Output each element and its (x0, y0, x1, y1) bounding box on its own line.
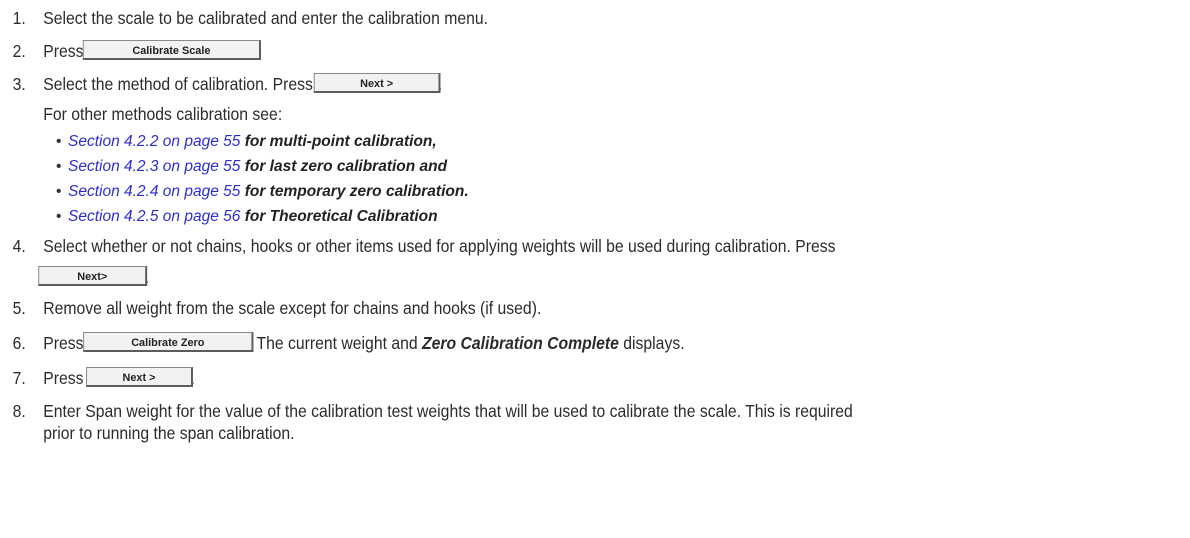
step-number: 7. (12, 368, 26, 388)
step-number: 3. (12, 74, 26, 94)
bullet-icon: • (56, 183, 62, 200)
step-number: 8. (12, 401, 26, 421)
step-text: Select the scale to be calibrated and en… (43, 8, 488, 28)
calibrate-scale-button[interactable]: Calibrate Scale (82, 40, 261, 61)
step-text: Select whether or not chains, hooks or o… (43, 236, 836, 256)
method-label: Select the method of calibration. Press (43, 74, 313, 94)
step-number: 1. (12, 8, 26, 28)
intro-text: For other methods calibration see: (43, 104, 283, 124)
press-label: Press (43, 368, 84, 388)
step-text: Press Calibrate Zero. The current weight… (43, 331, 685, 355)
section-link[interactable]: Section 4.2.3 on page 55 (68, 158, 240, 175)
calibrate-zero-button[interactable]: Calibrate Zero (82, 332, 254, 353)
step-text: Remove all weight from the scale except … (43, 298, 542, 318)
step-text: Press Calibrate Scale. (43, 39, 261, 63)
instruction-document: 1. Select the scale to be calibrated and… (0, 0, 1190, 538)
step-number: 6. (12, 333, 26, 353)
bullet-description: for temporary zero calibration. (244, 183, 469, 200)
bullet-icon: • (56, 208, 62, 225)
bullet-description: for Theoretical Calibration (244, 208, 438, 225)
press-label: Press (43, 41, 84, 61)
step-text: Enter Span weight for the value of the c… (43, 401, 853, 421)
step-text: Next>. (38, 265, 149, 289)
zero-calibration-status: Zero Calibration Complete (422, 333, 619, 353)
step-number: 5. (12, 298, 26, 318)
step-middle: . The current weight and (248, 333, 418, 353)
step-number: 2. (12, 41, 26, 61)
bullet-icon: • (56, 158, 62, 175)
section-link[interactable]: Section 4.2.2 on page 55 (68, 133, 240, 150)
bullet-description: for last zero calibration and (244, 158, 448, 175)
step-end: displays. (623, 333, 685, 353)
section-link[interactable]: Section 4.2.4 on page 55 (68, 183, 240, 200)
step-text: Select the method of calibration. Press … (43, 72, 442, 96)
next-button[interactable]: Next > (314, 73, 441, 94)
next-button[interactable]: Next > (85, 367, 193, 388)
step-number: 4. (12, 236, 26, 256)
step-text: Press Next >. (43, 366, 195, 390)
press-label: Press (43, 333, 84, 353)
bullet-icon: • (56, 133, 62, 150)
bullet-description: for multi-point calibration, (244, 133, 437, 150)
section-link[interactable]: Section 4.2.5 on page 56 (68, 208, 240, 225)
step-text: prior to running the span calibration. (43, 423, 295, 443)
next-button[interactable]: Next> (38, 266, 148, 287)
